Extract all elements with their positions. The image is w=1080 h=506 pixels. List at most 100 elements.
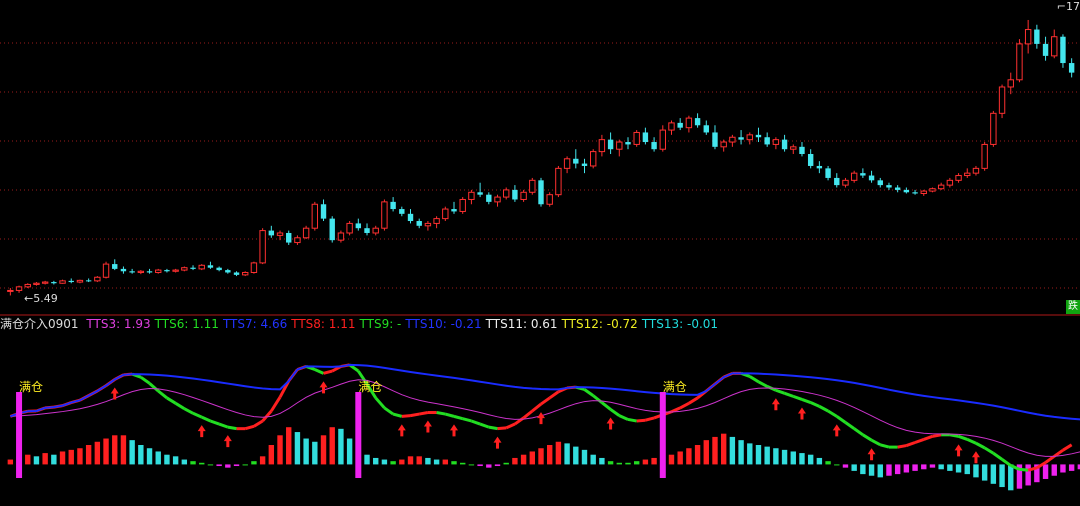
candle-body (850, 172, 858, 181)
up-arrow-icon (110, 387, 119, 400)
candle-body (529, 179, 536, 193)
histogram-bar (329, 427, 335, 465)
candle-body (242, 271, 249, 276)
trend-line-segment (636, 418, 646, 423)
candle-body (746, 134, 753, 141)
histogram-bar (225, 464, 231, 468)
candle-body (790, 146, 797, 150)
histogram-bar (877, 464, 883, 478)
histogram-bar (1051, 464, 1057, 476)
candle-body (720, 141, 727, 148)
trend-line-segment (410, 412, 420, 418)
candle-body (120, 268, 127, 272)
trend-line-segment (1062, 443, 1073, 452)
trend-line-segment (600, 401, 612, 411)
trend-line-segment (983, 446, 995, 455)
up-arrow-icon (537, 412, 545, 425)
candle-body (703, 125, 709, 133)
candle-body (1034, 29, 1040, 44)
histogram-bar (738, 440, 744, 465)
histogram-bar (773, 448, 779, 465)
histogram-bar (303, 438, 309, 465)
trend-line-segment (201, 415, 212, 423)
candle-body (816, 165, 823, 169)
candle-body (563, 158, 571, 169)
candle-body (607, 139, 614, 150)
histogram-bar (729, 436, 736, 465)
histogram-bar (1068, 464, 1075, 471)
up-arrow-icon (423, 420, 432, 433)
trend-line-segment (975, 441, 986, 450)
trend-line-segment (827, 409, 838, 418)
trend-line-segment (323, 369, 333, 375)
candle-body (294, 237, 301, 244)
trend-line-segment (679, 401, 690, 410)
up-arrow-icon (954, 444, 963, 457)
candle-body (112, 264, 118, 269)
candle-body (494, 196, 501, 203)
candle-body (181, 267, 188, 271)
histogram-bar (286, 427, 292, 465)
histogram-bar (242, 464, 248, 466)
candle-body (894, 187, 901, 190)
candle-body (442, 208, 449, 220)
histogram-bar (616, 462, 622, 465)
histogram-bar (720, 433, 727, 465)
candle-body (416, 221, 422, 226)
histogram-bar (921, 464, 927, 470)
trend-line-segment (436, 411, 446, 416)
histogram-bar (842, 464, 849, 468)
histogram-bar (138, 445, 144, 465)
histogram-bar (77, 448, 83, 465)
histogram-bar (651, 457, 657, 465)
candle-body (834, 177, 840, 186)
fall-badge: 跌 (1066, 300, 1080, 314)
histogram-bar (1008, 464, 1014, 491)
trend-line-segment (540, 396, 551, 406)
candle-body (1024, 29, 1032, 45)
candle-body (598, 139, 606, 153)
trend-line-segment (609, 408, 621, 417)
trend-line-segment (870, 438, 881, 447)
trend-line-segment (192, 411, 203, 419)
trend-line-segment (383, 406, 394, 416)
candle-body (668, 122, 675, 131)
histogram-bar (277, 435, 283, 465)
histogram-bar (399, 459, 405, 465)
legend-item-tts12: TTS12: -0.72 (561, 317, 638, 331)
candle-body (407, 213, 414, 222)
candle-body (1051, 36, 1058, 57)
trend-line-segment (261, 410, 273, 422)
candle-body (207, 265, 214, 268)
trend-line-segment (844, 421, 856, 430)
candle-body (955, 175, 962, 181)
histogram-bar (886, 464, 892, 476)
histogram-bar (981, 464, 988, 481)
histogram-bar (1060, 464, 1066, 473)
histogram-bar (486, 464, 492, 468)
histogram-bar (538, 448, 544, 465)
histogram-bar (860, 464, 866, 475)
trend-line-segment (879, 443, 890, 449)
histogram-bar (164, 454, 170, 465)
histogram-bar (94, 441, 101, 465)
trend-line-segment (627, 417, 637, 423)
histogram-bar (181, 459, 188, 465)
candle-body (276, 232, 284, 236)
histogram-bar (373, 457, 379, 465)
legend-item-tts11: TTS11: 0.61 (485, 317, 558, 331)
up-arrow-icon (450, 424, 459, 437)
legend-item-tts8: TTS8: 1.11 (291, 317, 356, 331)
up-arrow-icon (832, 424, 841, 437)
candle-body (33, 282, 40, 285)
histogram-bar (103, 438, 109, 465)
trend-line-segment (818, 405, 829, 413)
candle-body (998, 86, 1006, 114)
histogram-bar (903, 464, 910, 473)
candle-body (59, 280, 66, 284)
histogram-bar (207, 464, 214, 466)
candle-body (946, 179, 954, 186)
trend-line-segment (314, 368, 325, 375)
trend-line-segment (592, 394, 603, 404)
trend-line-segment (958, 434, 968, 441)
